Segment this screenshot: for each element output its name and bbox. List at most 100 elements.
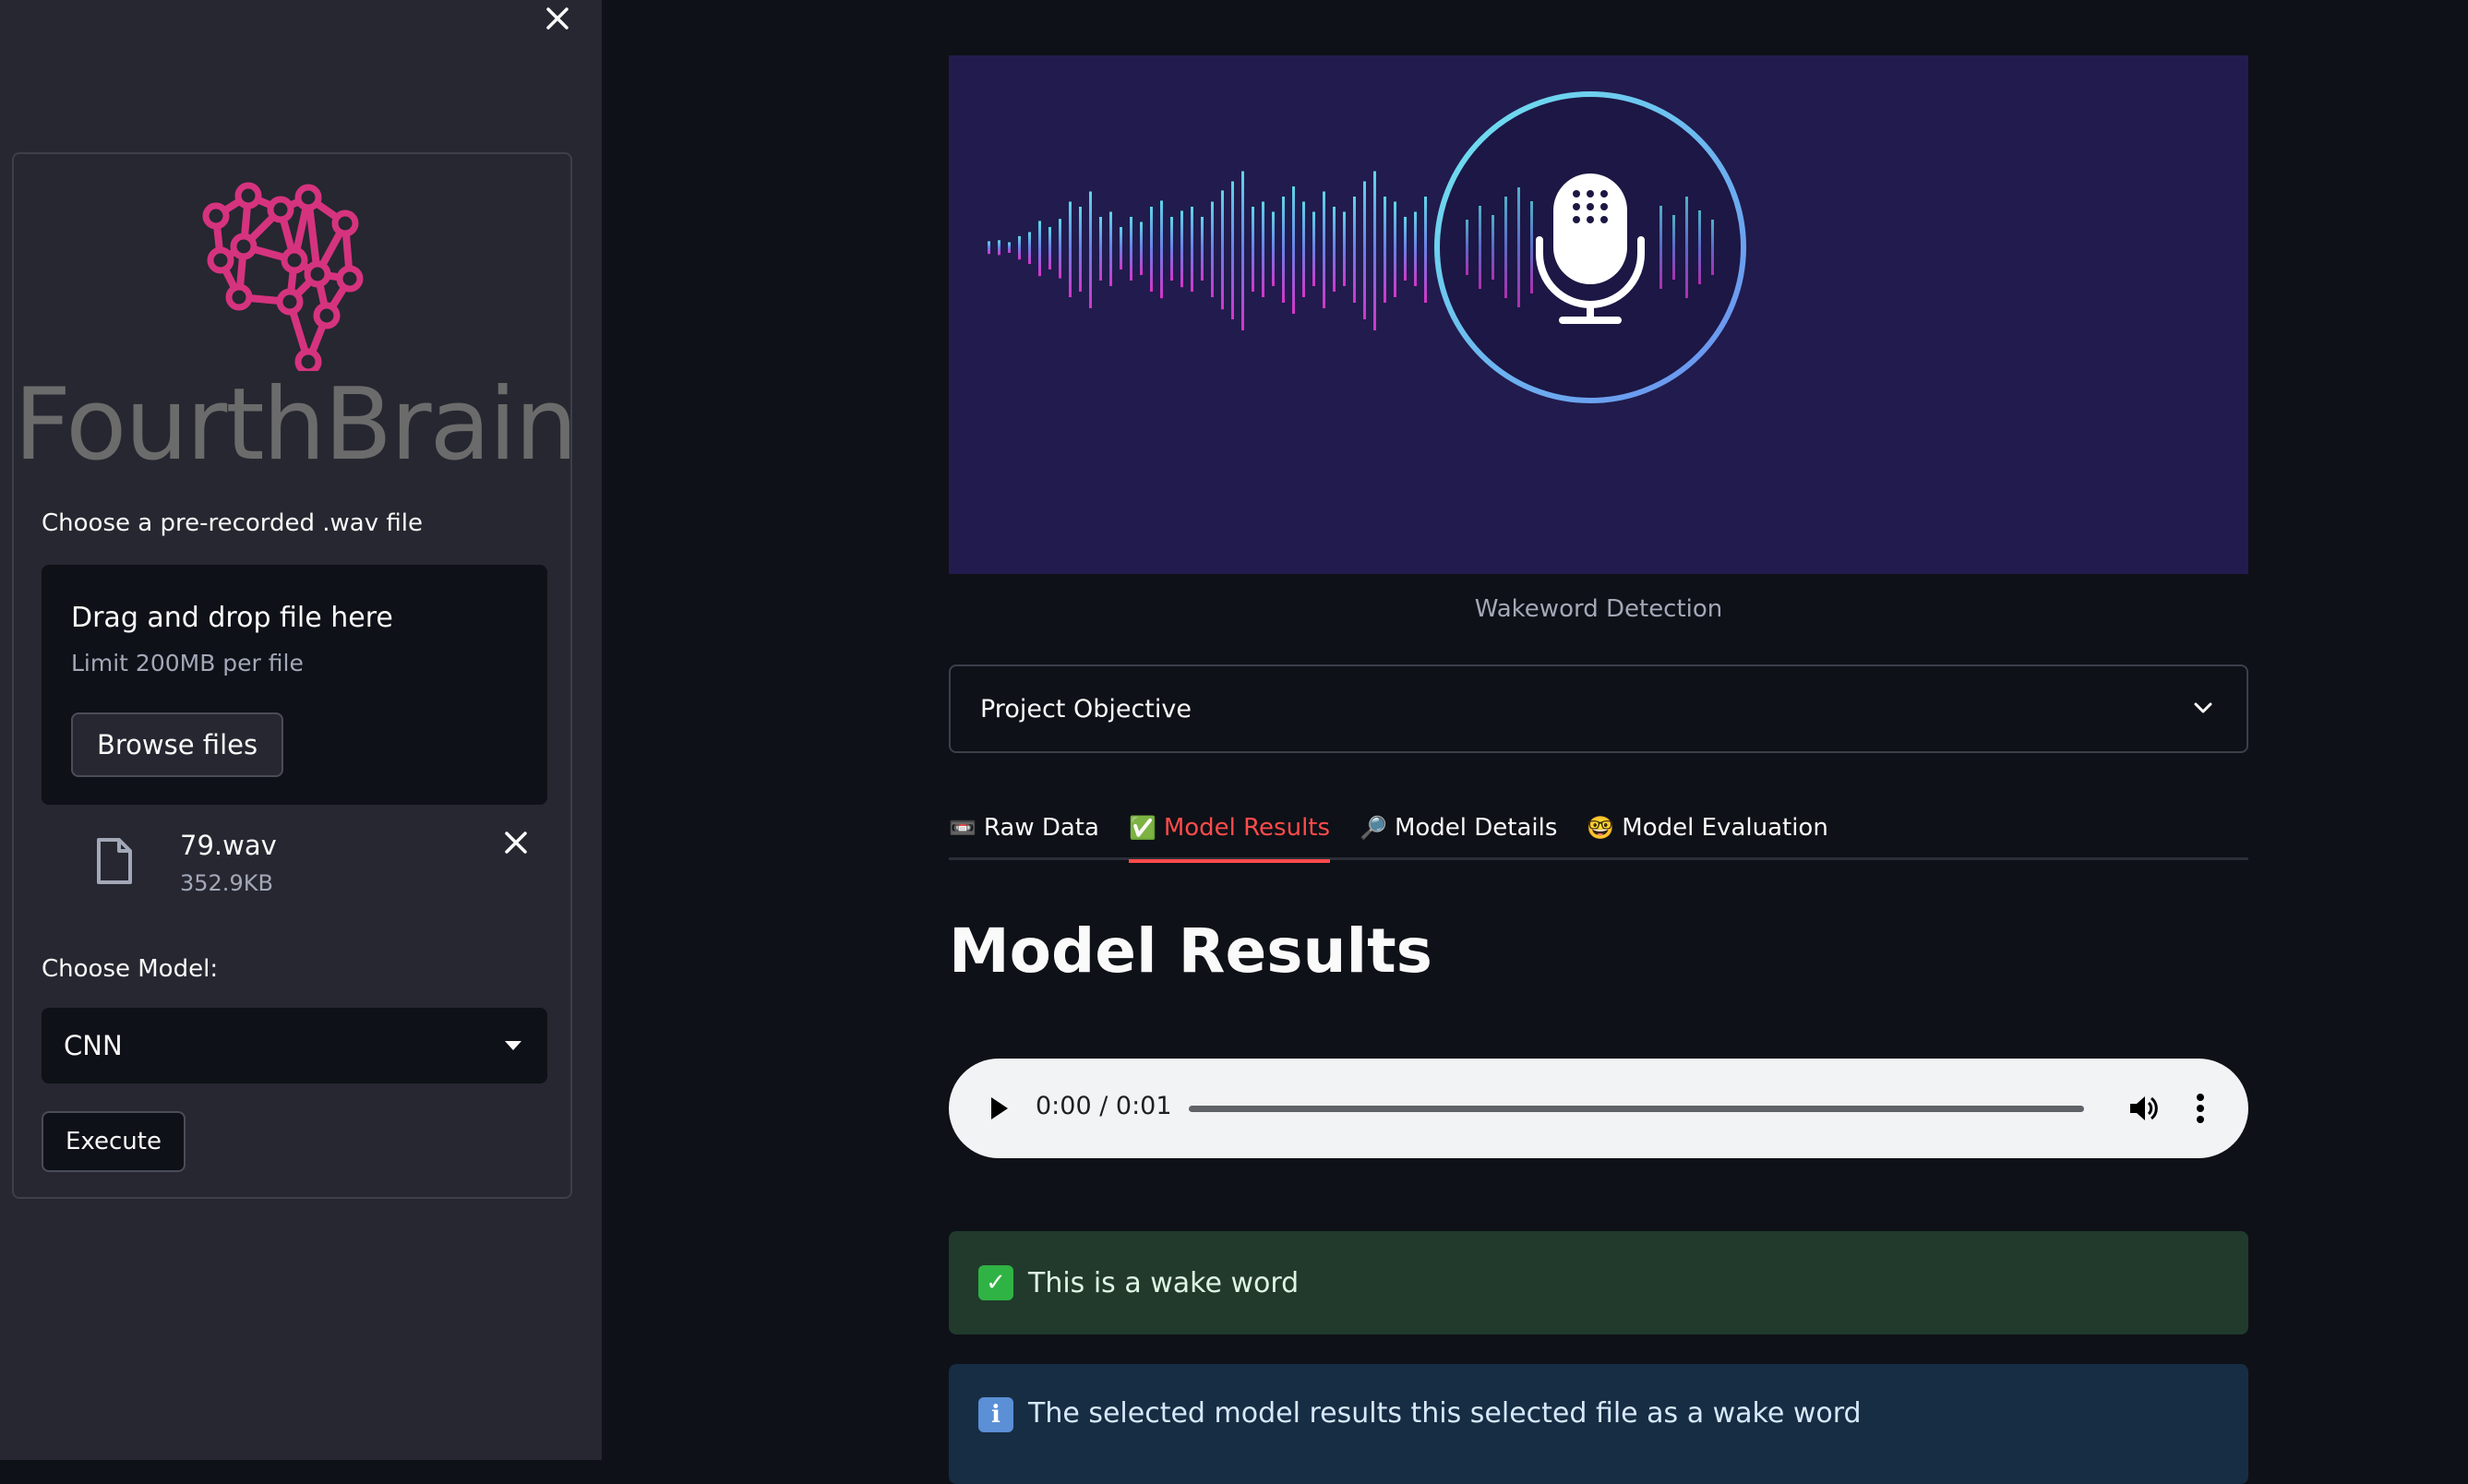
wave-bar — [1711, 220, 1714, 275]
info-icon: i — [978, 1397, 1013, 1432]
browse-files-button[interactable]: Browse files — [71, 712, 284, 777]
wave-bar — [1099, 217, 1102, 281]
wave-bar — [1089, 191, 1092, 308]
file-name: 79.wav — [180, 830, 277, 861]
wave-bar — [1008, 242, 1011, 253]
wave-bar — [1018, 235, 1021, 260]
wave-bar — [1685, 197, 1688, 298]
wave-bar — [1262, 201, 1264, 297]
brain-logo — [14, 177, 574, 371]
info-alert-text: The selected model results this selected… — [1028, 1397, 1862, 1430]
wave-bar — [1120, 227, 1122, 269]
audio-seek-bar[interactable] — [1189, 1106, 2084, 1112]
file-size: 352.9KB — [180, 870, 273, 896]
execute-button[interactable]: Execute — [42, 1111, 186, 1172]
success-alert-text: This is a wake word — [1028, 1266, 1300, 1299]
wave-bar — [1414, 211, 1417, 286]
wave-bar — [1211, 201, 1214, 297]
uploaded-file: 79.wav 352.9KB — [42, 819, 547, 911]
chevron-down-icon — [2194, 702, 2212, 713]
wave-bar — [1466, 220, 1468, 275]
wave-bar — [1079, 207, 1082, 292]
wave-bar — [998, 240, 1000, 256]
file-icon — [97, 838, 132, 884]
wakeword-banner-image — [949, 55, 2248, 574]
wave-bar — [1302, 201, 1305, 297]
magnifier-icon: 🔎 — [1360, 815, 1387, 841]
model-label: Choose Model: — [42, 955, 219, 983]
wave-bar — [988, 241, 990, 255]
wave-bar — [1059, 219, 1061, 279]
wave-bar — [1221, 190, 1224, 310]
wave-bar — [1353, 197, 1356, 303]
wave-bar — [1201, 217, 1204, 281]
model-select[interactable]: CNN — [42, 1008, 547, 1083]
wave-bar — [1028, 232, 1031, 264]
wave-bar — [1048, 227, 1051, 269]
wave-bar — [1272, 211, 1275, 286]
tab-bar: 📼 Raw Data ✅ Model Results 🔎 Model Detai… — [949, 796, 2248, 863]
wave-bar — [1517, 187, 1520, 307]
info-alert: i The selected model results this select… — [949, 1364, 2248, 1484]
nerd-face-icon: 🤓 — [1587, 815, 1615, 841]
tab-label: Model Results — [1163, 814, 1331, 842]
wave-bar — [1312, 211, 1315, 286]
wave-bar — [1343, 211, 1346, 286]
wave-bar — [1140, 221, 1143, 275]
dropzone-limit: Limit 200MB per file — [71, 650, 304, 676]
sidebar: FourthBrain Choose a pre-recorded .wav f… — [0, 0, 602, 1460]
close-icon — [546, 7, 569, 30]
wave-bar — [1191, 207, 1193, 292]
wave-bar — [1424, 197, 1427, 303]
wave-bar — [1241, 171, 1244, 330]
tab-raw-data[interactable]: 📼 Raw Data — [949, 796, 1099, 860]
banner-caption: Wakeword Detection — [1474, 595, 1723, 623]
tab-model-results[interactable]: ✅ Model Results — [1128, 796, 1331, 863]
wave-bar — [1404, 217, 1407, 281]
main-content: Wakeword Detection Project Objective 📼 R… — [949, 0, 2248, 1484]
close-sidebar-button[interactable] — [539, 0, 576, 37]
wave-bar — [1150, 207, 1153, 292]
model-select-value: CNN — [64, 1030, 123, 1061]
tab-label: Model Evaluation — [1622, 814, 1828, 842]
tab-label: Raw Data — [983, 814, 1099, 842]
wave-bar — [1373, 171, 1376, 330]
caret-down-icon — [505, 1041, 521, 1050]
dropzone-title: Drag and drop file here — [71, 602, 393, 634]
tab-model-evaluation[interactable]: 🤓 Model Evaluation — [1587, 796, 1827, 860]
wave-bar — [1130, 217, 1132, 281]
wave-bar — [1530, 201, 1533, 293]
project-objective-expander[interactable]: Project Objective — [949, 664, 2248, 753]
audio-player: 0:00 / 0:01 — [949, 1059, 2248, 1158]
wave-bar — [1069, 201, 1072, 297]
remove-file-icon[interactable] — [503, 830, 529, 856]
volume-icon[interactable] — [2127, 1092, 2160, 1125]
check-mark-icon: ✓ — [978, 1265, 1013, 1300]
wave-bar — [1659, 206, 1662, 289]
tab-label: Model Details — [1394, 814, 1558, 842]
wave-bar — [1698, 210, 1701, 284]
wave-bar — [1292, 186, 1295, 314]
wave-bar — [1333, 207, 1336, 292]
wave-bar — [1252, 207, 1254, 292]
wave-bar — [1672, 215, 1675, 280]
wave-bar — [1170, 217, 1173, 281]
play-icon[interactable] — [986, 1094, 1012, 1123]
videocassette-icon: 📼 — [949, 815, 976, 841]
wave-bar — [1384, 197, 1386, 303]
success-alert: ✓ This is a wake word — [949, 1231, 2248, 1334]
audio-time: 0:00 / 0:01 — [1036, 1092, 1172, 1120]
wave-bar — [1363, 181, 1366, 319]
wave-bar — [1231, 181, 1234, 319]
brand-logo-text: FourthBrain — [14, 367, 578, 483]
page-title: Model Results — [949, 916, 1432, 987]
tab-model-details[interactable]: 🔎 Model Details — [1360, 796, 1557, 860]
file-dropzone[interactable]: Drag and drop file here Limit 200MB per … — [42, 565, 547, 805]
wave-bar — [1323, 191, 1325, 308]
upload-label: Choose a pre-recorded .wav file — [42, 509, 423, 537]
sidebar-form: FourthBrain Choose a pre-recorded .wav f… — [12, 152, 578, 1199]
more-options-icon[interactable] — [2195, 1092, 2206, 1125]
brain-network-icon — [202, 182, 363, 371]
wave-bar — [1504, 197, 1507, 298]
wave-bar — [1180, 210, 1183, 288]
